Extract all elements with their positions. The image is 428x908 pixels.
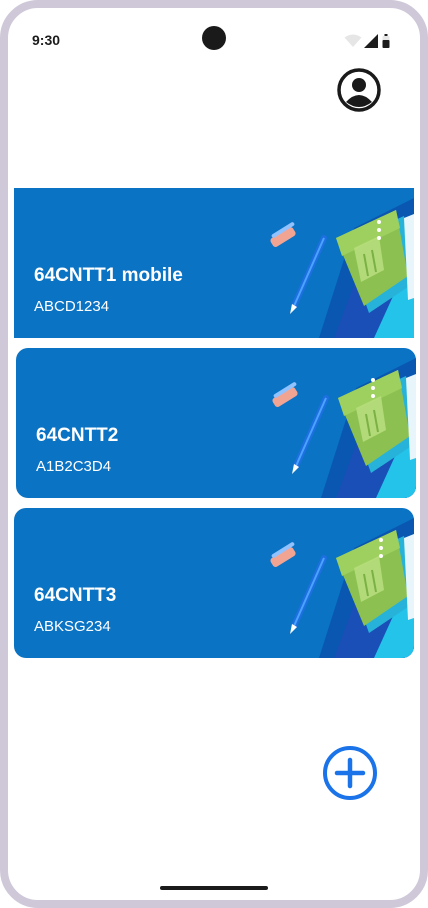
signal-icon <box>364 34 378 48</box>
camera-cutout <box>202 26 226 50</box>
class-name: 64CNTT2 <box>36 425 119 446</box>
more-vert-icon <box>377 220 381 224</box>
card-menu-button[interactable] <box>372 220 386 246</box>
card-menu-button[interactable] <box>374 538 388 564</box>
notebook-pencil-illustration <box>270 518 414 658</box>
more-vert-icon <box>377 236 381 240</box>
more-vert-icon <box>379 546 383 550</box>
status-time: 9:30 <box>32 32 61 48</box>
notebook-pencil-illustration <box>272 358 416 498</box>
more-vert-icon <box>377 228 381 232</box>
class-code: A1B2C3D4 <box>36 458 112 475</box>
battery-icon <box>382 34 390 48</box>
profile-button[interactable] <box>337 68 381 112</box>
add-class-button[interactable] <box>322 745 378 801</box>
home-indicator[interactable] <box>160 886 268 890</box>
card-menu-button[interactable] <box>366 378 380 404</box>
class-card[interactable]: 64CNTT2 A1B2C3D4 <box>16 348 416 498</box>
add-circle-icon <box>323 746 377 800</box>
notebook-pencil-illustration <box>270 198 414 338</box>
wifi-icon <box>344 34 362 47</box>
class-name: 64CNTT3 <box>34 585 117 606</box>
more-vert-icon <box>379 538 383 542</box>
status-bar: 9:30 <box>8 8 420 68</box>
phone-frame: 9:30 64CNTT1 mobile ABCD1234 64CNTT2 A1B… <box>0 0 428 908</box>
more-vert-icon <box>379 554 383 558</box>
class-code: ABKSG234 <box>34 618 111 635</box>
account-circle-icon <box>337 68 381 112</box>
class-code: ABCD1234 <box>34 298 110 315</box>
more-vert-icon <box>371 378 375 382</box>
more-vert-icon <box>371 394 375 398</box>
class-card[interactable]: 64CNTT3 ABKSG234 <box>14 508 414 658</box>
status-icons <box>344 34 398 50</box>
class-name: 64CNTT1 mobile <box>34 265 183 286</box>
class-card[interactable]: 64CNTT1 mobile ABCD1234 <box>14 188 414 338</box>
more-vert-icon <box>371 386 375 390</box>
